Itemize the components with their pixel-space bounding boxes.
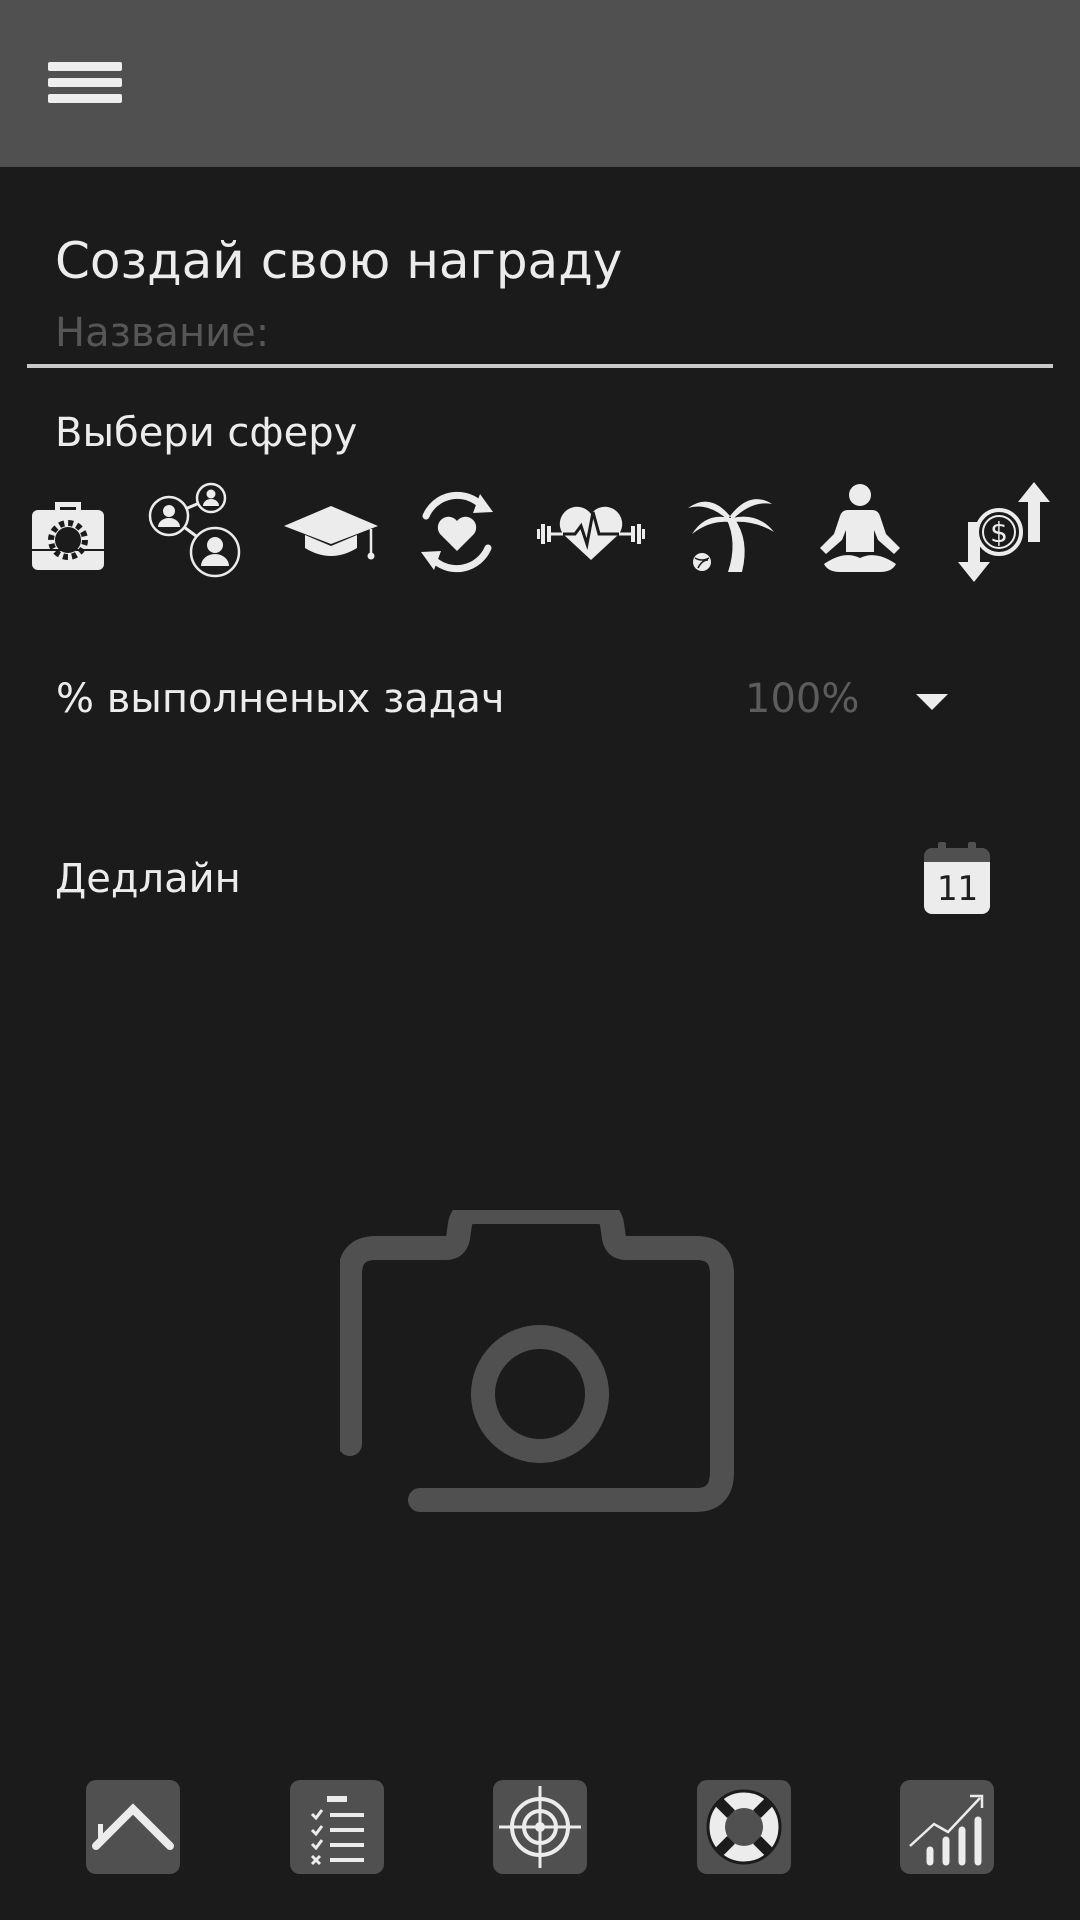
work-briefcase-icon[interactable] — [18, 482, 118, 582]
calendar-icon[interactable]: 11 — [924, 842, 990, 914]
svg-text:$: $ — [990, 516, 1008, 549]
target-icon[interactable] — [493, 1780, 587, 1874]
health-fitness-icon[interactable] — [535, 482, 647, 582]
deadline-label: Дедлайн — [55, 856, 241, 902]
hamburger-menu-icon[interactable] — [48, 62, 122, 104]
leisure-palm-icon[interactable] — [680, 482, 780, 582]
reward-name-input[interactable] — [27, 302, 1053, 368]
finance-money-icon[interactable]: $ — [944, 482, 1054, 582]
spiritual-meditation-icon[interactable] — [810, 482, 910, 582]
stats-chart-icon[interactable] — [900, 1780, 994, 1874]
completion-label: % выполненых задач — [56, 676, 505, 722]
home-icon[interactable] — [86, 1780, 180, 1874]
education-cap-icon[interactable] — [281, 482, 381, 582]
calendar-day: 11 — [936, 869, 978, 909]
chevron-down-icon[interactable] — [892, 674, 972, 730]
page-title: Создай свою награду — [55, 232, 623, 290]
lifebuoy-icon[interactable] — [697, 1780, 791, 1874]
sphere-label: Выбери сферу — [55, 410, 358, 456]
camera-icon[interactable]: /> — [340, 1210, 740, 1530]
social-network-icon[interactable] — [145, 482, 245, 582]
app-bar — [0, 0, 1080, 167]
relationships-heart-cycle-icon[interactable] — [407, 482, 507, 582]
task-list-icon[interactable] — [290, 1780, 384, 1874]
completion-value[interactable]: 100% — [745, 676, 859, 722]
